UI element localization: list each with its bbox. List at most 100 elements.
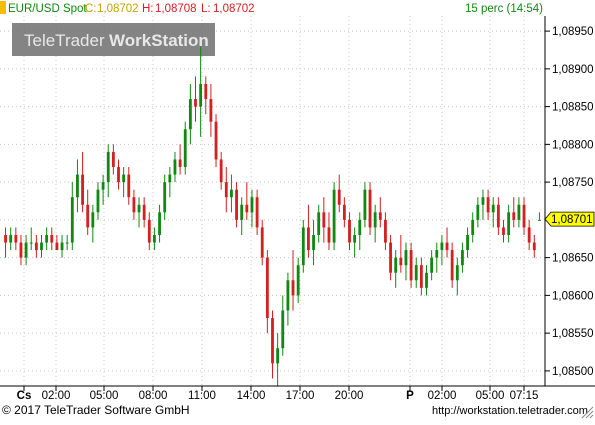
candle-body <box>260 227 264 258</box>
candle-body <box>389 242 392 273</box>
chart-window: TeleTrader WorkStation 1,08500 1,08550 1,0… <box>0 0 595 420</box>
candle-body <box>14 234 18 243</box>
candle-body <box>24 242 28 258</box>
watermark-brand: TeleTrader <box>24 31 105 50</box>
candle-body <box>117 167 120 183</box>
candle-body <box>404 250 408 266</box>
watermark: TeleTrader WorkStation <box>12 23 215 56</box>
candle-body <box>163 182 167 213</box>
x-tick-label: 14:00 <box>237 390 266 402</box>
candle-body <box>419 265 423 288</box>
candle-body <box>29 242 33 244</box>
candle-body <box>214 121 218 160</box>
candle-body <box>65 242 69 244</box>
candle-body <box>271 318 274 364</box>
y-tick-label: 1,08950 <box>552 26 594 38</box>
candle-body <box>106 151 110 183</box>
candle-body <box>19 242 23 258</box>
candle-body <box>450 250 454 281</box>
candle[interactable] <box>214 114 218 168</box>
candle-body <box>486 197 490 213</box>
candle-body <box>342 204 346 220</box>
candle-body <box>132 197 136 213</box>
candle-body <box>471 219 475 235</box>
candle-body <box>34 242 38 251</box>
chart-canvas[interactable]: TeleTrader WorkStation 1,08500 1,08550 1,0… <box>0 0 595 420</box>
candle-body <box>317 212 321 235</box>
candle-body <box>122 174 126 183</box>
close-label: C: <box>85 3 97 15</box>
y-tick-label: 1,08600 <box>552 290 594 302</box>
candle-body <box>517 204 521 220</box>
candle-body <box>178 159 182 168</box>
candle-body <box>373 212 377 228</box>
candle-body <box>240 204 244 220</box>
candle-body <box>153 234 156 243</box>
high-value: 1,08708 <box>155 3 197 15</box>
low-label: L: <box>201 3 211 15</box>
y-tick-label: 1,08650 <box>552 253 594 265</box>
candle-body <box>55 242 59 251</box>
candle-body <box>250 197 254 213</box>
candle-body <box>353 234 357 243</box>
candle-body <box>358 219 362 235</box>
x-tick-label: 02:00 <box>42 390 71 402</box>
candle-body <box>532 242 536 251</box>
candle[interactable] <box>301 219 305 273</box>
candle-body <box>409 250 413 281</box>
close-value: 1,08702 <box>97 3 139 15</box>
candle-body <box>440 242 444 251</box>
candle-body <box>312 234 315 251</box>
candle-body <box>286 280 290 311</box>
candle-body <box>224 182 228 198</box>
y-tick-label: 1,08800 <box>552 139 594 151</box>
candle-body <box>101 182 105 190</box>
instrument-name: EUR/USD Spot <box>8 3 87 15</box>
candle-body <box>322 212 326 228</box>
candle-body <box>9 234 13 243</box>
candle-body <box>40 242 43 251</box>
chart-background <box>0 0 595 420</box>
copyright-text: © 2017 TeleTrader Software GmbH <box>2 403 190 417</box>
candle-body <box>414 265 418 281</box>
candle-body <box>70 197 74 243</box>
x-tick-label: 05:00 <box>90 390 119 402</box>
low-value: 1,08702 <box>213 3 255 15</box>
candle-body <box>435 250 439 258</box>
candle-body <box>60 242 64 251</box>
source-url[interactable]: http://workstation.teletrader.com <box>432 405 588 417</box>
candle-body <box>337 189 341 205</box>
x-tick-label: 17:00 <box>286 390 315 402</box>
candle-body <box>461 250 464 266</box>
candle-body <box>204 83 208 100</box>
candle-body <box>158 212 161 235</box>
candle-body <box>394 257 398 273</box>
candle[interactable] <box>368 182 372 235</box>
candle-body <box>4 234 7 243</box>
candle-body <box>199 83 203 107</box>
candle-body <box>45 234 49 243</box>
candle-body <box>332 189 336 243</box>
candle-body <box>137 204 141 213</box>
x-tick-label: 11:00 <box>188 390 216 402</box>
x-tick-label: 07:15 <box>510 390 539 402</box>
candle-body <box>301 227 305 266</box>
candle[interactable] <box>183 121 187 175</box>
candle-body <box>255 197 259 228</box>
candle-body <box>512 212 516 220</box>
candle-body <box>111 151 115 168</box>
candle-body <box>399 257 403 266</box>
candle-body <box>96 189 100 213</box>
legend-swatch <box>0 1 6 14</box>
candle-body <box>522 204 526 228</box>
last-price-label: 1,08701 <box>551 214 593 226</box>
candle-body <box>296 265 300 296</box>
candle-body <box>127 174 131 198</box>
candle[interactable] <box>332 182 336 251</box>
y-tick-label: 1,08850 <box>552 102 594 114</box>
candle-body <box>430 257 434 273</box>
high-label: H: <box>142 3 154 15</box>
candle-body <box>466 234 469 251</box>
candle-body <box>188 99 192 130</box>
candle-body <box>507 212 511 235</box>
